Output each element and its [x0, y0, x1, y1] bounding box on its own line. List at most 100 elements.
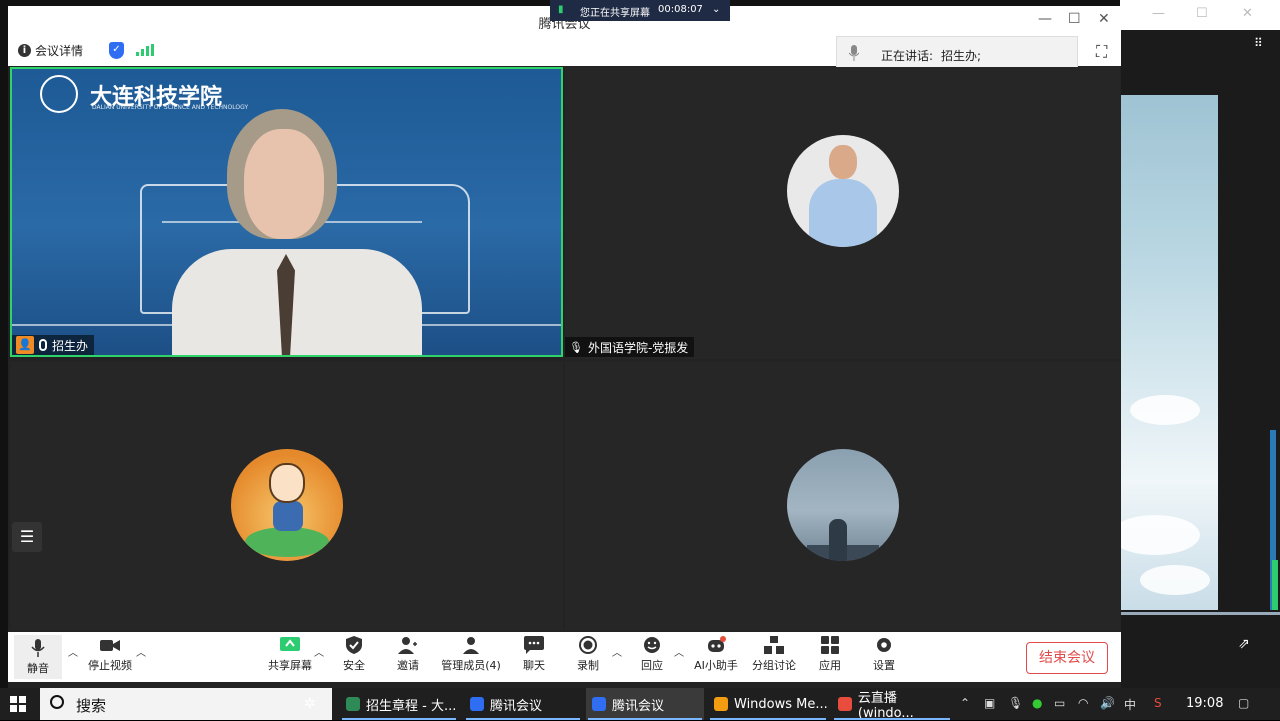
chat-icon: [524, 636, 544, 654]
copilot-icon[interactable]: ✲: [304, 696, 316, 712]
taskbar-app-label: 招生章程 - 大...: [366, 698, 457, 714]
display-icon[interactable]: ▭: [1054, 696, 1065, 710]
apps-label: 应用: [819, 659, 841, 672]
chevron-down-icon[interactable]: ⌄: [712, 4, 720, 15]
apps-button[interactable]: 应用: [800, 636, 860, 673]
chat-label: 聊天: [523, 659, 545, 672]
manage-members-button[interactable]: 管理成员(4): [432, 636, 510, 673]
school-emblem-icon: [40, 75, 78, 113]
participant-avatar: [231, 449, 343, 561]
search-placeholder: 搜索: [76, 697, 107, 715]
meeting-icon: [470, 697, 484, 711]
ime-indicator[interactable]: 中: [1124, 696, 1136, 713]
chevron-up-icon[interactable]: ⌃: [960, 696, 970, 710]
list-menu-icon[interactable]: ☰: [12, 522, 42, 552]
signal-icon: ▮: [558, 4, 564, 15]
mute-button[interactable]: 静音: [14, 635, 62, 679]
speaking-label: 正在讲话:: [881, 49, 934, 63]
network-signal-icon[interactable]: [136, 44, 154, 56]
microphone-icon: [849, 45, 859, 61]
microphone-icon: [31, 639, 45, 657]
add-user-icon: [398, 637, 417, 654]
chat-button[interactable]: 聊天: [504, 636, 564, 673]
chevron-up-icon[interactable]: ︿: [674, 644, 684, 659]
shield-icon: [346, 636, 362, 654]
media-player-icon: [714, 697, 728, 711]
minimize-icon[interactable]: —: [1038, 11, 1052, 27]
record-icon: [579, 636, 597, 654]
reply-button[interactable]: 回应: [622, 636, 682, 673]
background-window[interactable]: — ☐ ✕ ⠿ ⇗: [1110, 0, 1280, 688]
record-label: 录制: [577, 659, 599, 672]
windows-start-icon[interactable]: [10, 696, 26, 712]
minimize-icon[interactable]: —: [1152, 6, 1165, 21]
taskbar-app-meeting-2[interactable]: 腾讯会议: [586, 688, 704, 720]
apps-grid-icon: [821, 636, 839, 654]
share-screen-banner[interactable]: ▮ 您正在共享屏幕 00:08:07 ⌄: [550, 0, 730, 21]
participant-avatar: [787, 449, 899, 561]
maximize-icon[interactable]: ☐: [1196, 6, 1208, 21]
screenshot-icon[interactable]: ▣: [984, 696, 995, 710]
breakout-button[interactable]: 分组讨论: [744, 636, 804, 673]
settings-label: 设置: [873, 659, 895, 672]
end-meeting-button[interactable]: 结束会议: [1026, 642, 1108, 674]
taskbar-app-media[interactable]: Windows Me...: [708, 688, 828, 720]
participant-name: 外国语学院-党振发: [587, 340, 689, 355]
chevron-up-icon[interactable]: ︿: [68, 644, 78, 659]
close-icon[interactable]: ✕: [1098, 11, 1110, 27]
security-shield-icon[interactable]: ✓: [109, 42, 124, 59]
browser-icon: [346, 697, 360, 711]
speaking-name: 招生办;: [941, 49, 982, 63]
participant-nametag: 👤 招生办: [12, 335, 95, 355]
grid-icon[interactable]: ⠿: [1254, 36, 1263, 50]
stop-video-button[interactable]: 停止视频: [80, 636, 140, 673]
microphone-icon: [39, 339, 47, 351]
video-tile-2[interactable]: 🎙 外国语学院-党振发: [565, 67, 1120, 359]
chevron-up-icon[interactable]: ︿: [136, 644, 146, 659]
record-button[interactable]: 录制: [558, 636, 618, 673]
ai-assistant-button[interactable]: AI小助手: [686, 636, 746, 673]
tray-app-icon[interactable]: ●: [1032, 696, 1042, 710]
meeting-icon: [592, 697, 606, 711]
settings-button[interactable]: 设置: [854, 636, 914, 673]
live-stream-icon: [838, 697, 852, 711]
security-button[interactable]: 安全: [324, 636, 384, 673]
maximize-icon[interactable]: ☐: [1068, 11, 1081, 27]
host-icon: 👤: [16, 336, 34, 354]
video-tile-main[interactable]: 大连科技学院 DALIAN UNIVERSITY OF SCIENCE AND …: [10, 67, 563, 357]
robot-icon: [708, 636, 726, 652]
antivirus-icon[interactable]: S: [1154, 696, 1162, 710]
meeting-info-label: 会议详情: [35, 44, 84, 58]
microphone-icon[interactable]: 🎙: [1008, 696, 1023, 710]
speaker-icon[interactable]: 🔊: [1100, 696, 1115, 710]
fullscreen-icon[interactable]: ⛶: [1096, 42, 1114, 61]
wifi-icon[interactable]: ◠: [1078, 696, 1088, 710]
taskbar-app-live[interactable]: 云直播(windo...: [832, 688, 952, 721]
gear-icon: [877, 638, 891, 652]
taskbar-app-label: 腾讯会议: [612, 698, 665, 714]
info-icon: i: [18, 44, 31, 57]
taskbar-clock[interactable]: 19:08: [1186, 696, 1223, 711]
meeting-info-button[interactable]: i 会议详情: [18, 42, 83, 59]
taskbar-app-label: Windows Me...: [734, 696, 828, 712]
participant-avatar: [787, 135, 899, 247]
chevron-up-icon[interactable]: ︿: [612, 644, 622, 659]
popout-icon[interactable]: ⇗: [1238, 636, 1250, 652]
desktop: — ☐ ✕ ⠿ ⇗ 腾讯会议 — ☐ ✕ i 会议详情 ✓ 正在讲话: 招生办;…: [0, 0, 1280, 688]
reaction-icon: [644, 637, 660, 653]
participant-name: 招生办: [52, 338, 89, 353]
taskbar-search-box[interactable]: 搜索: [40, 688, 332, 720]
video-tile-4[interactable]: [565, 362, 1120, 630]
chevron-up-icon[interactable]: ︿: [314, 644, 324, 659]
video-tile-3[interactable]: [10, 362, 563, 630]
reply-label: 回应: [641, 659, 663, 672]
taskbar-app-meeting-1[interactable]: 腾讯会议: [464, 688, 582, 720]
mute-label: 静音: [27, 662, 49, 675]
invite-button[interactable]: 邀请: [378, 636, 438, 673]
share-screen-button[interactable]: 共享屏幕: [260, 636, 320, 673]
notification-icon[interactable]: ▢: [1238, 696, 1249, 710]
taskbar-app-browser[interactable]: 招生章程 - 大...: [340, 688, 458, 720]
invite-label: 邀请: [397, 659, 419, 672]
close-icon[interactable]: ✕: [1242, 6, 1253, 21]
camera-icon: [100, 640, 120, 651]
